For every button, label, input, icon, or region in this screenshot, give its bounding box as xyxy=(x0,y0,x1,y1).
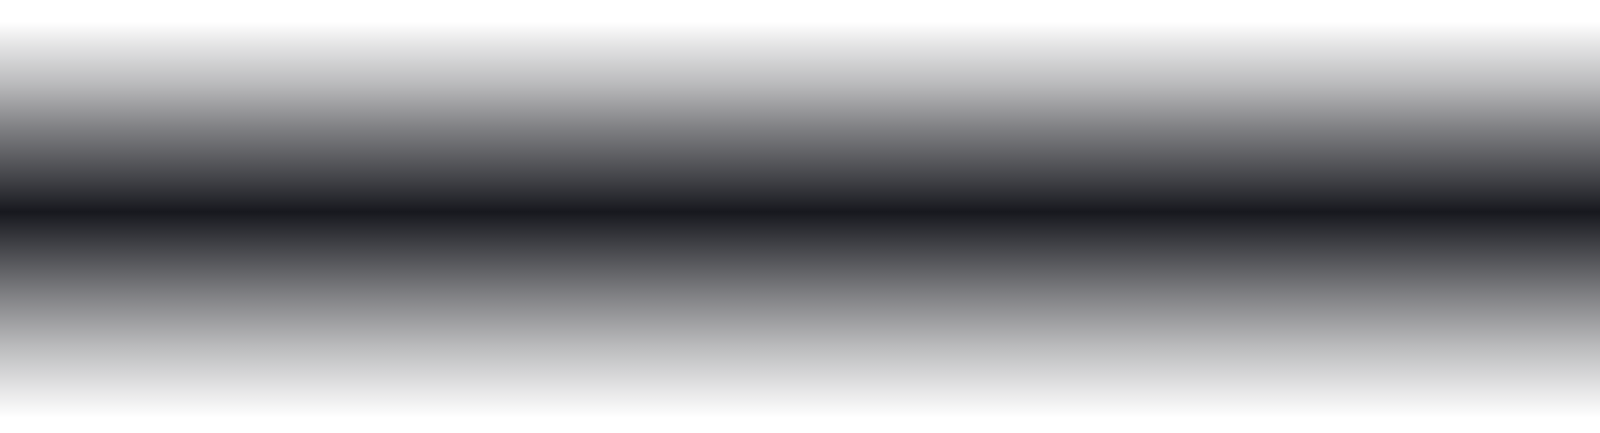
gradient-canvas xyxy=(0,0,1600,433)
dark-gradient-band xyxy=(0,0,1600,433)
